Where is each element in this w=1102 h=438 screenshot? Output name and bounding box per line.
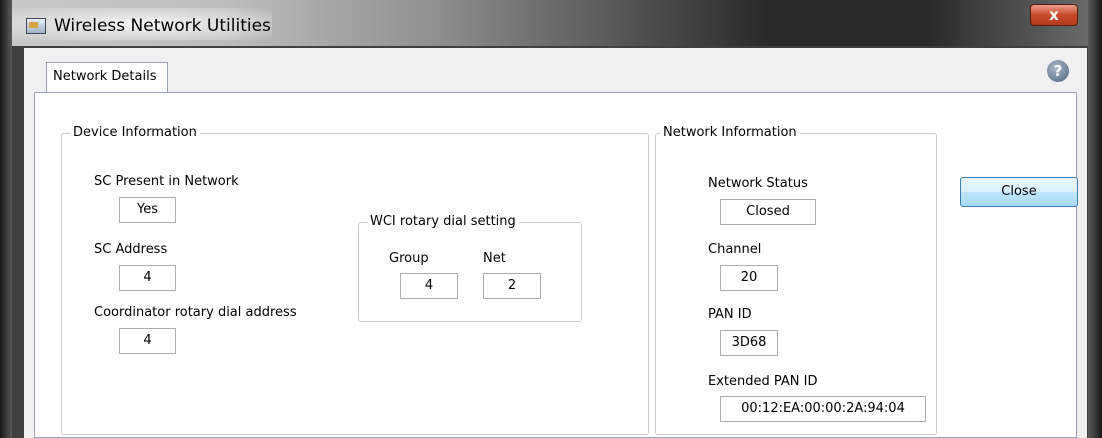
close-icon[interactable]: x xyxy=(1030,4,1078,26)
sc-present-value: Yes xyxy=(119,197,176,223)
network-app-icon[interactable] xyxy=(26,18,46,34)
channel-label: Channel xyxy=(708,242,762,257)
extended-pan-id-label: Extended PAN ID xyxy=(708,374,818,389)
desktop-background-left xyxy=(0,0,12,438)
network-information-title: Network Information xyxy=(660,125,800,141)
tab-network-details[interactable]: Network Details xyxy=(46,62,168,92)
tab-panel-network-details: Device Information SC Present in Network… xyxy=(34,92,1078,438)
wci-rotary-dial-title: WCI rotary dial setting xyxy=(367,214,519,230)
title-bar[interactable]: Wireless Network Utilities x xyxy=(12,0,1088,46)
pan-id-value: 3D68 xyxy=(720,330,778,356)
coordinator-dial-value: 4 xyxy=(119,328,176,354)
window-title: Wireless Network Utilities xyxy=(54,16,271,36)
pan-id-label: PAN ID xyxy=(708,307,752,322)
group-value: 4 xyxy=(400,273,458,299)
extended-pan-id-value: 00:12:EA:00:00:2A:94:04 xyxy=(720,396,926,422)
sc-present-label: SC Present in Network xyxy=(94,174,239,189)
network-information-group: Network Information Network Status Close… xyxy=(655,125,937,435)
net-label: Net xyxy=(483,251,506,266)
net-value: 2 xyxy=(483,273,541,299)
app-window: Wireless Network Utilities x Network Det… xyxy=(12,0,1088,438)
network-status-value: Closed xyxy=(720,199,816,225)
help-icon[interactable]: ? xyxy=(1047,60,1069,82)
wci-rotary-dial-group: WCI rotary dial setting Group 4 Net 2 xyxy=(358,214,582,322)
group-label: Group xyxy=(389,251,429,266)
close-button[interactable]: Close xyxy=(960,177,1078,207)
channel-value: 20 xyxy=(720,265,778,291)
device-information-title: Device Information xyxy=(70,125,200,141)
tab-strip: Network Details ? xyxy=(24,48,1087,92)
coordinator-dial-label: Coordinator rotary dial address xyxy=(94,305,297,320)
network-status-label: Network Status xyxy=(708,176,808,191)
sc-address-label: SC Address xyxy=(94,242,168,257)
device-information-group: Device Information SC Present in Network… xyxy=(61,125,649,435)
desktop-background-right xyxy=(1088,0,1102,438)
sc-address-value: 4 xyxy=(119,265,176,291)
window-client-area: Network Details ? Device Information SC … xyxy=(24,48,1087,438)
